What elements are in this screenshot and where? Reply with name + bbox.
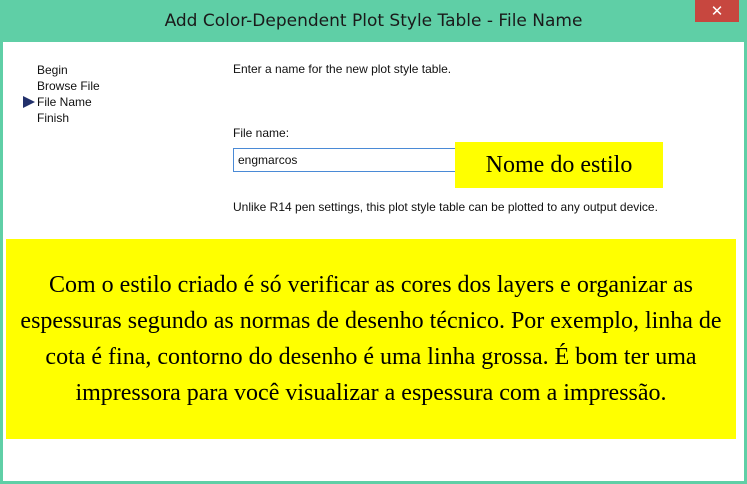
annotation-explanation: Com o estilo criado é só verificar as co… [6,239,736,439]
title-bar[interactable]: Add Color-Dependent Plot Style Table - F… [3,0,744,42]
dialog-body: Begin Browse File File Name Finish Enter… [3,42,744,481]
intro-text: Enter a name for the new plot style tabl… [233,62,452,76]
annotation-explanation-text: Com o estilo criado é só verificar as co… [20,272,722,406]
step-finish: Finish [23,110,100,126]
window-title: Add Color-Dependent Plot Style Table - F… [164,11,583,31]
file-name-input[interactable] [233,148,463,172]
wizard-steps: Begin Browse File File Name Finish [23,62,100,126]
file-name-label: File name: [233,126,290,140]
step-begin: Begin [23,62,100,78]
step-label: Begin [37,63,68,77]
hint-text: Unlike R14 pen settings, this plot style… [233,200,658,214]
step-file-name: File Name [23,94,100,110]
dialog-window: Add Color-Dependent Plot Style Table - F… [0,0,747,484]
step-label: File Name [37,95,92,109]
current-step-arrow-icon [23,96,35,108]
close-button[interactable]: ✕ [695,0,739,22]
step-browse-file: Browse File [23,78,100,94]
annotation-style-name: Nome do estilo [455,142,663,188]
close-icon: ✕ [710,2,724,20]
step-label: Finish [37,111,70,125]
step-label: Browse File [37,79,100,93]
wizard-content: Enter a name for the new plot style tabl… [233,62,658,214]
